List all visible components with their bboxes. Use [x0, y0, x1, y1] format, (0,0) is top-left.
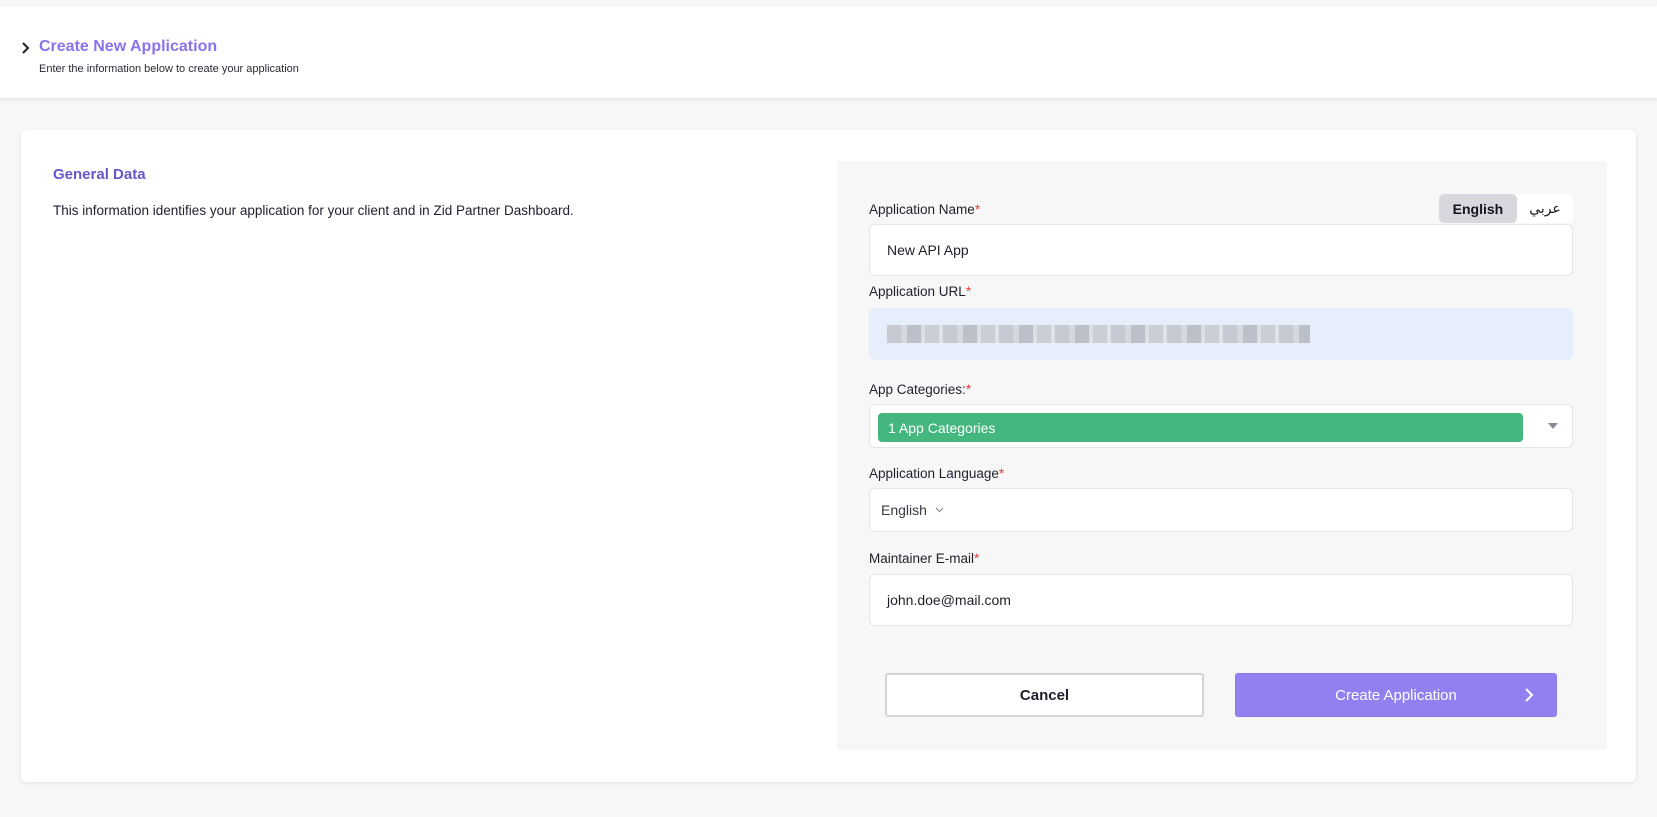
- required-mark: *: [974, 202, 981, 217]
- page-header: Create New Application Enter the informa…: [0, 6, 1657, 98]
- selected-category-tag[interactable]: 1 App Categories: [878, 413, 1523, 442]
- app-url-input[interactable]: [869, 308, 1573, 360]
- create-application-button[interactable]: Create Application: [1235, 673, 1557, 717]
- caret-down-icon[interactable]: [1548, 423, 1558, 429]
- app-language-label: Application Language*: [869, 466, 1004, 481]
- app-categories-select[interactable]: 1 App Categories: [869, 404, 1573, 448]
- language-option-english[interactable]: English: [1439, 194, 1517, 223]
- app-language-label-text: Application Language: [869, 466, 999, 481]
- page-title: Create New Application: [39, 38, 218, 55]
- create-button-label: Create Application: [1335, 686, 1457, 704]
- section-description: This information identifies your applica…: [53, 203, 574, 218]
- chevron-down-icon: [935, 507, 944, 513]
- maintainer-email-value: john.doe@mail.com: [887, 592, 1011, 608]
- cancel-button[interactable]: Cancel: [885, 673, 1204, 717]
- app-name-input[interactable]: New API App: [869, 224, 1573, 276]
- required-mark: *: [965, 382, 972, 397]
- app-categories-label-text: App Categories:: [869, 382, 966, 397]
- maintainer-email-input[interactable]: john.doe@mail.com: [869, 574, 1573, 626]
- app-language-select[interactable]: English: [869, 488, 1573, 532]
- section-title: General Data: [53, 166, 146, 183]
- required-mark: *: [974, 551, 980, 566]
- language-toggle: English عربي: [1439, 194, 1573, 223]
- chevron-right-icon[interactable]: [18, 40, 34, 56]
- arrow-right-icon: [1524, 688, 1534, 702]
- language-option-arabic[interactable]: عربي: [1517, 194, 1573, 223]
- page-subtitle: Enter the information below to create yo…: [39, 63, 299, 75]
- redacted-url: [887, 325, 1310, 343]
- app-name-label: Application Name*: [869, 202, 980, 217]
- maintainer-email-label-text: Maintainer E-mail: [869, 551, 975, 566]
- app-name-value: New API App: [887, 242, 969, 258]
- cancel-button-label: Cancel: [1019, 686, 1070, 704]
- maintainer-email-label: Maintainer E-mail*: [869, 551, 979, 566]
- application-form: English عربي Application Name* New API A…: [837, 161, 1607, 750]
- required-mark: *: [998, 466, 1005, 481]
- app-name-label-text: Application Name: [869, 202, 975, 217]
- required-mark: *: [965, 284, 972, 299]
- create-application-card: General Data This information identifies…: [21, 130, 1636, 782]
- app-language-value: English: [881, 502, 927, 518]
- app-url-label: Application URL*: [869, 284, 971, 299]
- app-categories-label: App Categories:*: [869, 382, 971, 397]
- app-url-label-text: Application URL: [869, 284, 966, 299]
